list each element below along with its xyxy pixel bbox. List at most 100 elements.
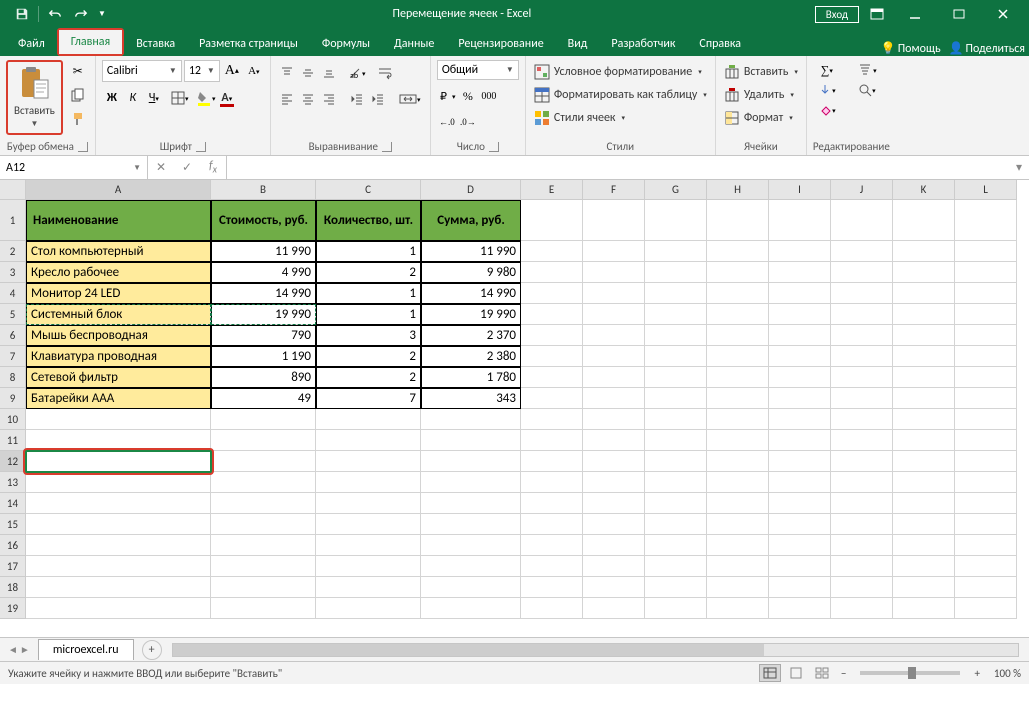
cell[interactable] [831, 430, 893, 451]
cell[interactable] [316, 535, 421, 556]
row-header[interactable]: 2 [0, 241, 26, 262]
cell[interactable] [521, 430, 583, 451]
cell[interactable]: 19 990 [211, 304, 316, 325]
cell[interactable] [316, 556, 421, 577]
col-header[interactable]: A [26, 180, 211, 200]
cell[interactable] [26, 472, 211, 493]
cell[interactable] [893, 388, 955, 409]
cell[interactable] [645, 200, 707, 241]
copy-button[interactable] [67, 84, 89, 106]
cell[interactable] [769, 283, 831, 304]
fx-button[interactable]: fx [200, 159, 226, 175]
row-header[interactable]: 19 [0, 598, 26, 619]
cell[interactable] [583, 409, 645, 430]
cell[interactable] [211, 535, 316, 556]
cell[interactable] [831, 493, 893, 514]
cell[interactable] [893, 262, 955, 283]
cell[interactable] [707, 241, 769, 262]
cell[interactable] [583, 304, 645, 325]
cell[interactable] [955, 367, 1017, 388]
row-header[interactable]: 9 [0, 388, 26, 409]
cell[interactable] [955, 262, 1017, 283]
cell[interactable] [316, 409, 421, 430]
cell[interactable] [707, 493, 769, 514]
cell[interactable] [211, 409, 316, 430]
select-all-corner[interactable] [0, 180, 26, 200]
cell[interactable] [421, 472, 521, 493]
cell[interactable] [893, 535, 955, 556]
cell[interactable] [583, 451, 645, 472]
sheet-prev-button[interactable]: ◄ [8, 643, 18, 656]
accounting-button[interactable]: ₽▾ [437, 86, 457, 106]
decrease-decimal-button[interactable]: .0→ [458, 112, 478, 132]
grow-font-button[interactable]: A▴ [222, 61, 242, 81]
cell[interactable]: Наименование [26, 200, 211, 241]
undo-button[interactable] [43, 3, 67, 25]
cell[interactable] [421, 556, 521, 577]
cell[interactable] [831, 577, 893, 598]
cell[interactable]: 1 780 [421, 367, 521, 388]
cell[interactable] [769, 472, 831, 493]
cell[interactable] [955, 283, 1017, 304]
format-cells-button[interactable]: Формат▾ [722, 106, 795, 129]
cell[interactable] [583, 283, 645, 304]
cell[interactable] [645, 367, 707, 388]
cell[interactable] [955, 493, 1017, 514]
merge-button[interactable]: ▾ [396, 89, 424, 109]
cell[interactable] [707, 283, 769, 304]
cell[interactable] [26, 556, 211, 577]
cell[interactable] [211, 577, 316, 598]
cell[interactable] [421, 535, 521, 556]
cell[interactable] [211, 472, 316, 493]
cell[interactable] [769, 493, 831, 514]
cell[interactable] [955, 409, 1017, 430]
cell[interactable] [521, 451, 583, 472]
cell[interactable] [831, 451, 893, 472]
cell[interactable]: Сетевой фильтр [26, 367, 211, 388]
cell[interactable] [769, 535, 831, 556]
insert-cells-button[interactable]: Вставить▾ [722, 60, 800, 83]
cell[interactable] [769, 346, 831, 367]
col-header[interactable]: I [769, 180, 831, 200]
cell[interactable] [645, 472, 707, 493]
cell[interactable] [893, 283, 955, 304]
cell[interactable] [769, 262, 831, 283]
cell[interactable] [831, 241, 893, 262]
cell[interactable] [421, 598, 521, 619]
row-header[interactable]: 6 [0, 325, 26, 346]
page-break-view-button[interactable] [811, 664, 833, 682]
col-header[interactable]: K [893, 180, 955, 200]
cell[interactable] [583, 241, 645, 262]
cell[interactable] [955, 577, 1017, 598]
col-header[interactable]: L [955, 180, 1017, 200]
cell[interactable] [893, 556, 955, 577]
cell[interactable] [26, 409, 211, 430]
cell[interactable]: 1 190 [211, 346, 316, 367]
cell[interactable] [211, 556, 316, 577]
redo-button[interactable] [69, 3, 93, 25]
cell[interactable] [583, 577, 645, 598]
cell[interactable] [645, 598, 707, 619]
selected-cell[interactable] [26, 451, 211, 472]
cell[interactable] [893, 451, 955, 472]
cell[interactable] [955, 556, 1017, 577]
number-format-dropdown[interactable]: Общий▼ [437, 60, 519, 80]
page-layout-view-button[interactable] [785, 664, 807, 682]
cell[interactable] [831, 262, 893, 283]
zoom-in-button[interactable]: + [970, 667, 983, 680]
cell[interactable] [893, 598, 955, 619]
cell[interactable] [955, 325, 1017, 346]
cell[interactable]: 1 [316, 241, 421, 262]
cell[interactable]: Монитор 24 LED [26, 283, 211, 304]
cell[interactable] [521, 556, 583, 577]
cell[interactable]: Сумма, руб. [421, 200, 521, 241]
cell[interactable] [955, 388, 1017, 409]
cell[interactable] [521, 388, 583, 409]
formula-input[interactable] [227, 156, 1009, 179]
cell[interactable] [316, 451, 421, 472]
col-header[interactable]: H [707, 180, 769, 200]
cell[interactable] [421, 430, 521, 451]
col-header[interactable]: J [831, 180, 893, 200]
sort-filter-button[interactable]: ▾ [853, 60, 881, 80]
bold-button[interactable]: Ж [102, 88, 122, 108]
